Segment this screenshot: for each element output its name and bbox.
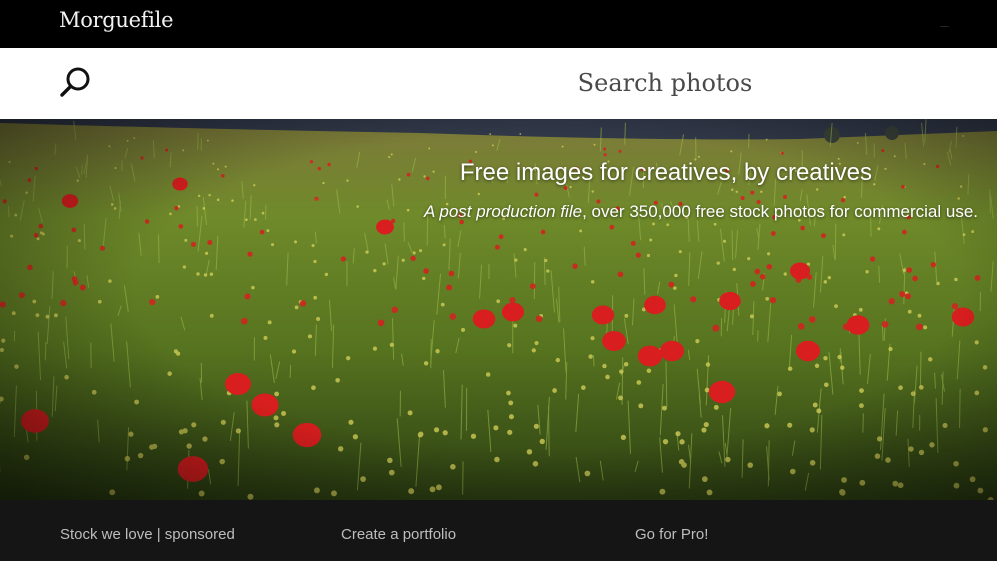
menu-marker [940,26,949,27]
footer-link-create-portfolio[interactable]: Create a portfolio [341,526,456,543]
hero-subtitle: A post production file, over 350,000 fre… [424,202,978,222]
search-icon [60,67,90,97]
hero-subtitle-italic: A post production file [423,202,583,221]
top-bar: Morguefile [0,0,997,48]
hero-title: Free images for creatives, by creatives [459,159,872,186]
search-input[interactable] [430,64,900,102]
hero-banner: Free images for creatives, by creatives … [0,119,997,500]
search-button[interactable] [58,66,94,100]
footer-link-go-pro[interactable]: Go for Pro! [635,526,708,543]
footer-link-stock-we-love[interactable]: Stock we love | sponsored [60,526,235,543]
brand-logo[interactable]: Morguefile [59,8,174,32]
search-bar [0,48,997,119]
hero-subtitle-rest: , over 350,000 free stock photos for com… [582,202,978,221]
footer: Stock we love | sponsored Create a portf… [0,500,997,561]
